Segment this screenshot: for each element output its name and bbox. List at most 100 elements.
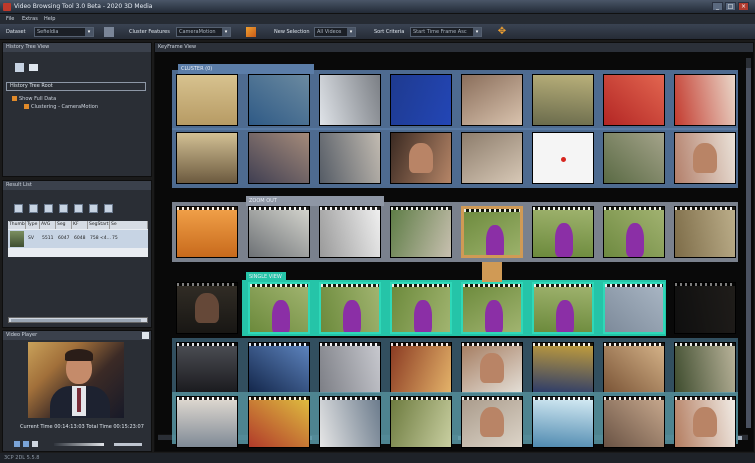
keyframe-thumbnail[interactable] [674, 74, 736, 126]
column-header[interactable]: KF [72, 221, 88, 229]
chart-icon[interactable] [29, 204, 38, 213]
close-button[interactable]: × [738, 2, 749, 11]
column-header[interactable]: Seg [56, 221, 72, 229]
keyframe-thumbnail[interactable] [674, 282, 736, 334]
keyframe-thumbnail[interactable] [248, 396, 310, 448]
cluster-run-icon[interactable] [246, 27, 256, 37]
keyframe-thumbnail[interactable] [390, 396, 452, 448]
menu-extras[interactable]: Extras [22, 16, 38, 22]
scroll-thumb[interactable] [746, 68, 751, 428]
keyframe-thumbnail[interactable] [319, 342, 381, 394]
volume-slider[interactable] [114, 443, 142, 446]
column-header[interactable]: SegStart [88, 221, 110, 229]
keyframe-thumbnail[interactable] [461, 132, 523, 184]
keyframe-thumbnail[interactable] [248, 74, 310, 126]
keyframe-thumbnail[interactable] [603, 206, 665, 258]
keyframe-thumbnail[interactable] [319, 132, 381, 184]
keyframe-thumbnail[interactable] [390, 342, 452, 394]
keyframe-thumbnail[interactable] [461, 282, 523, 334]
keyframe-thumbnail[interactable] [532, 282, 594, 334]
settings-gear-icon[interactable]: ✥ [497, 27, 507, 37]
column-header[interactable]: Thumb [8, 221, 26, 229]
save-icon[interactable] [14, 204, 23, 213]
maximize-button[interactable]: □ [725, 2, 736, 11]
result-scrollbar[interactable] [8, 317, 148, 323]
keyframe-thumbnail[interactable] [176, 74, 238, 126]
keyframe-thumbnail[interactable] [319, 396, 381, 448]
keyframe-thumbnail[interactable] [674, 132, 736, 184]
delete-icon[interactable] [44, 204, 53, 213]
keyframe-thumbnail[interactable] [461, 342, 523, 394]
keyframe-thumbnail[interactable] [532, 206, 594, 258]
filmstrip-marker [604, 343, 664, 346]
column-header[interactable]: Type [26, 221, 40, 229]
result-thumbnail[interactable] [10, 231, 24, 247]
keyframe-thumbnail[interactable] [532, 342, 594, 394]
video-frame[interactable] [28, 342, 124, 418]
keyframe-thumbnail[interactable] [248, 132, 310, 184]
menu-help[interactable]: Help [44, 16, 55, 22]
keyframe-thumbnail[interactable] [532, 74, 594, 126]
sort-criteria-select[interactable]: Start Time Frame Asc ▾ [410, 27, 482, 37]
keyframe-thumbnail[interactable] [461, 74, 523, 126]
keyframe-thumbnail[interactable] [176, 206, 238, 258]
keyframe-thumbnail[interactable] [319, 282, 381, 334]
dataset-select[interactable]: Sefieldia ▾ [34, 27, 94, 37]
list-icon[interactable] [104, 204, 113, 213]
keyframe-thumbnail[interactable] [461, 396, 523, 448]
keyframe-thumbnail[interactable] [532, 396, 594, 448]
keyframe-thumbnail[interactable] [390, 206, 452, 258]
keyframe-thumbnail[interactable] [603, 74, 665, 126]
pause-icon[interactable] [23, 441, 29, 447]
keyframe-thumbnail[interactable] [248, 342, 310, 394]
keyframe-thumbnail[interactable] [390, 132, 452, 184]
seek-bar[interactable] [54, 443, 104, 446]
keyframe-thumbnail[interactable] [176, 396, 238, 448]
minimize-button[interactable]: _ [712, 2, 723, 11]
export-icon[interactable] [59, 204, 68, 213]
history-header: History Tree View [3, 43, 151, 52]
keyframe-vscroll[interactable] [746, 58, 751, 428]
keyframe-thumbnail[interactable] [674, 342, 736, 394]
filmstrip-marker [463, 284, 521, 287]
keyframe-thumbnail[interactable] [674, 206, 736, 258]
tree-node-clustering[interactable]: Clustering - CameraMotion [24, 104, 98, 110]
tree-root[interactable]: History Tree Root [6, 82, 146, 91]
keyframe-thumbnail[interactable] [319, 206, 381, 258]
filmstrip-marker [675, 343, 735, 346]
keyframe-thumbnail[interactable] [176, 342, 238, 394]
keyframe-thumbnail[interactable] [603, 282, 665, 334]
keyframe-thumbnail[interactable] [176, 282, 238, 334]
keyframe-thumbnail[interactable] [176, 132, 238, 184]
keyframe-thumbnail[interactable] [390, 74, 452, 126]
cluster-features-select[interactable]: CameraMotion ▾ [176, 27, 231, 37]
tree-node-full-data[interactable]: Show Full Data [12, 96, 56, 102]
keyframe-thumbnail[interactable] [532, 132, 594, 184]
figure-shape [414, 300, 432, 332]
keyframe-thumbnail[interactable] [461, 206, 523, 258]
keyframe-thumbnail[interactable] [390, 282, 452, 334]
keyframe-thumbnail[interactable] [603, 342, 665, 394]
keyframe-thumbnail[interactable] [674, 396, 736, 448]
dim-overlay [675, 283, 735, 333]
keyframe-thumbnail[interactable] [319, 74, 381, 126]
keyframe-thumbnail[interactable] [248, 282, 310, 334]
keyframe-thumbnail[interactable] [248, 206, 310, 258]
filter-icon[interactable] [89, 204, 98, 213]
dataset-label: Dataset [6, 29, 26, 35]
play-icon[interactable] [14, 441, 20, 447]
expand-icon[interactable] [142, 332, 149, 339]
folder-icon[interactable] [29, 64, 38, 71]
tree-expand-icon[interactable] [15, 63, 24, 72]
stop-icon[interactable] [32, 441, 38, 447]
keyframe-thumbnail[interactable] [603, 396, 665, 448]
column-header[interactable]: Se [110, 221, 148, 229]
column-header[interactable]: AVG [40, 221, 56, 229]
new-selection-select[interactable]: All Videos ▾ [314, 27, 356, 37]
menu-file[interactable]: File [6, 16, 14, 22]
keyframe-thumbnail[interactable] [603, 132, 665, 184]
grid-icon[interactable] [104, 27, 114, 37]
sort-icon[interactable] [74, 204, 83, 213]
scroll-thumb[interactable] [11, 319, 141, 322]
cluster-features-label: Cluster Features [129, 29, 170, 35]
